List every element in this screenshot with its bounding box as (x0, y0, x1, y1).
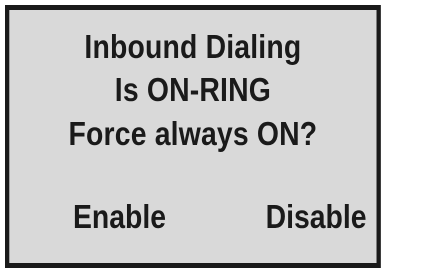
enable-softkey[interactable]: Enable (73, 198, 166, 236)
lcd-display-panel: Inbound Dialing Is ON-RING Force always … (5, 5, 381, 268)
prompt-line-1: Inbound Dialing (84, 28, 302, 65)
prompt-line-2: Is ON-RING (114, 71, 272, 108)
prompt-line-3: Force always ON? (68, 115, 318, 152)
disable-softkey[interactable]: Disable (266, 198, 367, 236)
